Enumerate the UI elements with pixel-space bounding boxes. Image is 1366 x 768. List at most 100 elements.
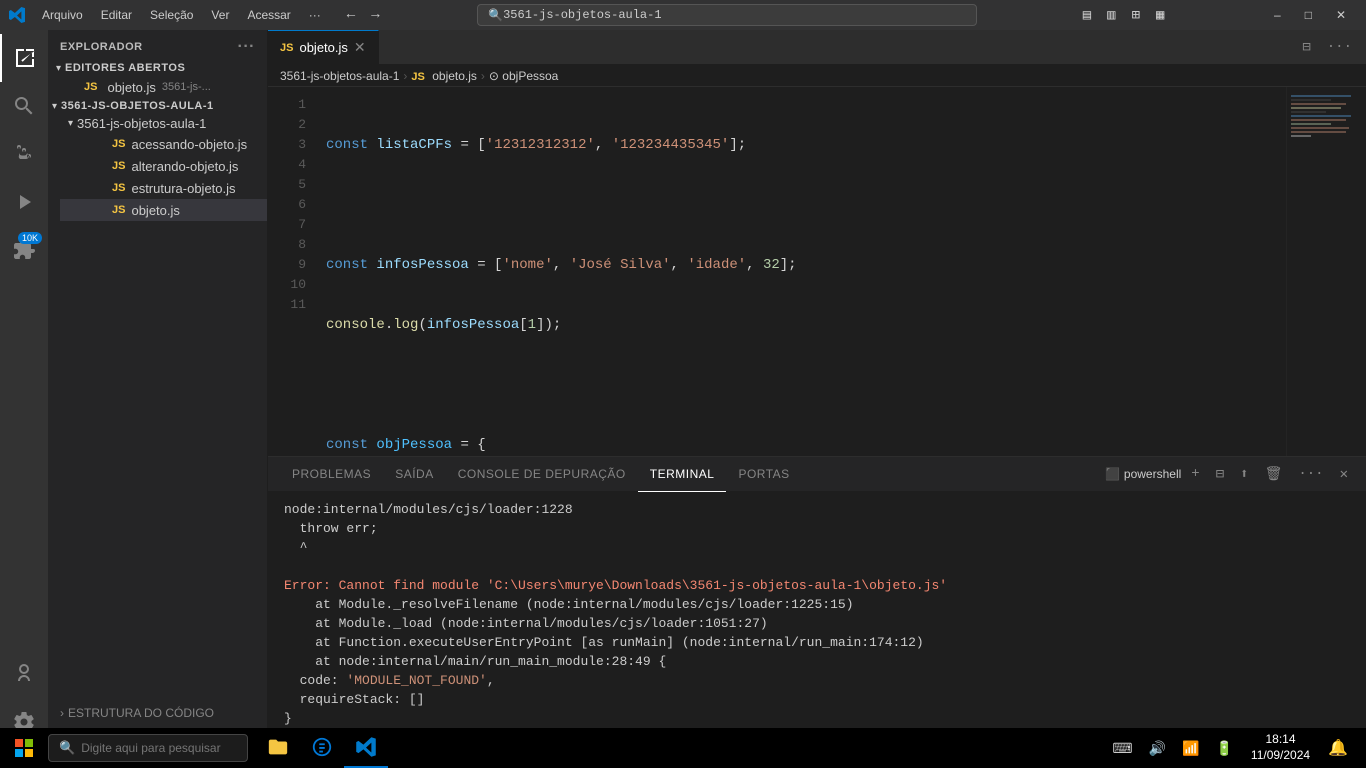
search-text: 3561-js-objetos-aula-1 (503, 8, 661, 22)
activity-search[interactable] (0, 82, 48, 130)
term-line-11: } (284, 709, 1350, 728)
more-actions-button[interactable]: ··· (1321, 37, 1358, 58)
maximize-button[interactable]: □ (1293, 0, 1324, 30)
open-editors-header[interactable]: ▾ EDITORES ABERTOS (48, 60, 267, 76)
file-estrutura[interactable]: JS estrutura-objeto.js (60, 177, 267, 199)
tab-saida[interactable]: SAÍDA (383, 457, 446, 492)
open-file-objeto[interactable]: JS objeto.js 3561-js-... ✕ (48, 76, 267, 98)
taskbar-file-explorer[interactable] (256, 728, 300, 768)
layout-sidebar-icon[interactable]: ▤ (1077, 5, 1097, 26)
layout-panel-icon[interactable]: ▥ (1101, 5, 1121, 26)
breadcrumb-sep1: › (403, 69, 407, 83)
term-line-6: at Module._load (node:internal/modules/c… (284, 614, 1350, 633)
sidebar: EXPLORADOR ··· ▾ EDITORES ABERTOS JS obj… (48, 30, 268, 746)
file-name-estrutura: estrutura-objeto.js (131, 181, 235, 196)
sidebar-menu-button[interactable]: ··· (238, 38, 255, 56)
main-layout: 10K EXPLORADOR ··· ▾ EDITORES ABERTOS JS… (0, 30, 1366, 746)
taskbar-tray: ⌨ 🔊 📶 🔋 18:14 11/09/2024 🔔 (1106, 732, 1362, 763)
code-structure-chevron: › (60, 706, 64, 720)
close-button[interactable]: ✕ (1324, 0, 1358, 30)
activity-explorer[interactable] (0, 34, 48, 82)
close-panel-button[interactable]: ✕ (1334, 464, 1354, 485)
file-acessando[interactable]: JS acessando-objeto.js (60, 133, 267, 155)
add-terminal-button[interactable]: + (1185, 464, 1205, 484)
code-content[interactable]: const listaCPFs = ['12312312312', '12323… (318, 87, 1286, 456)
activity-accounts[interactable] (0, 650, 48, 698)
terminal-name: powershell (1124, 467, 1181, 481)
code-line-5 (326, 375, 1286, 395)
breadcrumb-folder[interactable]: 3561-js-objetos-aula-1 (280, 69, 399, 83)
tab-portas[interactable]: PORTAS (726, 457, 801, 492)
tab-terminal[interactable]: TERMINAL (638, 457, 727, 492)
back-button[interactable]: ← (341, 5, 361, 25)
tray-notification[interactable]: 🔔 (1322, 736, 1354, 760)
menu-arquivo[interactable]: Arquivo (34, 6, 91, 24)
js-icon-objeto: JS (112, 204, 125, 216)
term-line-9: code: 'MODULE_NOT_FOUND', (284, 671, 1350, 690)
menu-ver[interactable]: Ver (203, 6, 237, 24)
menu-more[interactable]: ··· (301, 6, 329, 24)
titlebar: Arquivo Editar Seleção Ver Acessar ··· ←… (0, 0, 1366, 30)
tab-problemas[interactable]: PROBLEMAS (280, 457, 383, 492)
menu-editar[interactable]: Editar (93, 6, 140, 24)
tray-volume[interactable]: 🔊 (1143, 738, 1172, 759)
term-line-10: requireStack: [] (284, 690, 1350, 709)
split-editor-button[interactable]: ⊟ (1296, 37, 1316, 58)
maximize-panel-button[interactable]: ⬆ (1234, 464, 1254, 485)
vscode-icon (8, 6, 26, 24)
tab-bar: JS objeto.js ✕ ⊟ ··· (268, 30, 1366, 65)
file-name-acessando: acessando-objeto.js (131, 137, 247, 152)
activity-source-control[interactable] (0, 130, 48, 178)
js-icon-estrutura: JS (112, 182, 125, 194)
trash-terminal-button[interactable]: 🗑 (1259, 464, 1289, 485)
js-icon-acessando: JS (112, 138, 125, 150)
minimize-button[interactable]: – (1262, 0, 1293, 30)
file-alterando[interactable]: JS alterando-objeto.js (60, 155, 267, 177)
code-structure-section[interactable]: › ESTRUTURA DO CÓDIGO (48, 702, 267, 724)
menu-selecao[interactable]: Seleção (142, 6, 201, 24)
line-numbers: 1 2 3 4 5 6 7 8 9 10 11 (268, 87, 318, 456)
global-search[interactable]: 🔍 3561-js-objetos-aula-1 (477, 4, 977, 26)
tab-objeto[interactable]: JS objeto.js ✕ (268, 30, 379, 65)
more-panel-actions[interactable]: ··· (1292, 464, 1329, 484)
activity-run-debug[interactable] (0, 178, 48, 226)
start-button[interactable] (4, 728, 44, 768)
customize-layout-icon[interactable]: ▦ (1150, 5, 1170, 26)
breadcrumb-symbol[interactable]: ⊙ objPessoa (489, 69, 558, 83)
forward-button[interactable]: → (365, 5, 385, 25)
menu-acessar[interactable]: Acessar (239, 6, 298, 24)
taskbar-edge[interactable] (300, 728, 344, 768)
windows-taskbar: 🔍 ⌨ 🔊 📶 🔋 18:14 11/09/2024 🔔 (0, 728, 1366, 768)
tray-network[interactable]: 📶 (1176, 738, 1205, 759)
code-editor[interactable]: 1 2 3 4 5 6 7 8 9 10 11 const listaCPFs … (268, 87, 1366, 456)
root-folder-header[interactable]: ▾ 3561-JS-OBJETOS-AULA-1 (48, 98, 267, 114)
tab-console-depuracao[interactable]: CONSOLE DE DEPURAÇÃO (446, 457, 638, 492)
code-line-1: const listaCPFs = ['12312312312', '12323… (326, 135, 1286, 155)
tray-clock[interactable]: 18:14 11/09/2024 (1243, 732, 1318, 763)
terminal-output[interactable]: node:internal/modules/cjs/loader:1228 th… (268, 492, 1366, 746)
breadcrumb-file-name: objeto.js (432, 69, 477, 83)
subfolder-header[interactable]: ▾ 3561-js-objetos-aula-1 (60, 114, 267, 133)
tab-close-button[interactable]: ✕ (354, 39, 366, 56)
layout-split-icon[interactable]: ⊞ (1126, 5, 1146, 26)
breadcrumb-file[interactable]: JS objeto.js (411, 69, 477, 83)
activity-extensions[interactable]: 10K (0, 226, 48, 274)
tray-keyboard[interactable]: ⌨ (1106, 738, 1138, 759)
open-editors-chevron: ▾ (56, 63, 61, 74)
subfolder-label: 3561-js-objetos-aula-1 (77, 116, 206, 131)
open-editors-group: ▾ EDITORES ABERTOS JS objeto.js 3561-js-… (48, 60, 267, 98)
taskbar-vscode[interactable] (344, 728, 388, 768)
open-file-name: objeto.js (107, 80, 155, 95)
taskbar-search-input[interactable] (81, 741, 231, 755)
split-terminal-button[interactable]: ⊟ (1210, 464, 1230, 485)
code-line-2 (326, 195, 1286, 215)
taskbar-search[interactable]: 🔍 (48, 734, 248, 762)
code-structure-label: ESTRUTURA DO CÓDIGO (68, 706, 214, 720)
term-line-4: Error: Cannot find module 'C:\Users\mury… (284, 576, 1350, 595)
file-objeto[interactable]: JS objeto.js (60, 199, 267, 221)
tray-battery[interactable]: 🔋 (1209, 738, 1238, 759)
taskbar-search-icon: 🔍 (59, 741, 75, 756)
sidebar-title: EXPLORADOR (60, 41, 143, 53)
tab-actions: ⊟ ··· (1296, 37, 1366, 58)
term-line-5: at Module._resolveFilename (node:interna… (284, 595, 1350, 614)
